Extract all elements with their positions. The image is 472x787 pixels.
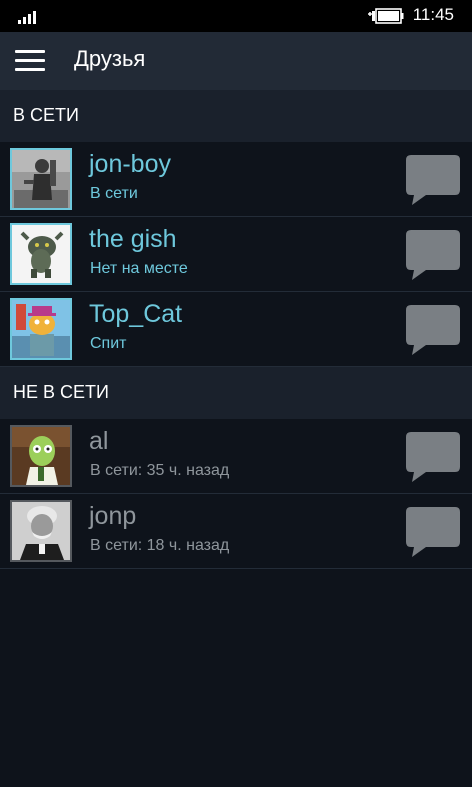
status-bar: 11:45: [0, 0, 472, 32]
avatar: [10, 425, 72, 487]
friend-name: jonp: [89, 502, 137, 530]
chat-bubble-icon[interactable]: [406, 155, 460, 205]
friend-name: Top_Cat: [89, 300, 183, 328]
friend-status: В сети: 35 ч. назад: [90, 462, 230, 479]
status-time: 11:45: [412, 5, 454, 24]
friend-status: Нет на месте: [90, 260, 188, 277]
friend-row-top-cat[interactable]: Top_Cat Спит: [0, 292, 472, 367]
avatar: [10, 148, 72, 210]
hamburger-menu-icon[interactable]: [15, 50, 45, 72]
section-label: В СЕТИ: [13, 105, 79, 125]
friend-row-the-gish[interactable]: the gish Нет на месте: [0, 217, 472, 292]
page-title: Друзья: [74, 46, 146, 71]
chat-bubble-icon[interactable]: [406, 230, 460, 280]
chat-bubble-icon[interactable]: [406, 507, 460, 557]
friend-name: jon-boy: [89, 150, 171, 178]
friend-row-al[interactable]: al В сети: 35 ч. назад: [0, 419, 472, 494]
friend-row-jonp[interactable]: jonp В сети: 18 ч. назад: [0, 494, 472, 569]
section-label: НЕ В СЕТИ: [13, 382, 109, 402]
section-header-offline: НЕ В СЕТИ: [0, 367, 472, 419]
friend-status: В сети: 18 ч. назад: [90, 537, 230, 554]
avatar: [10, 298, 72, 360]
avatar: [10, 500, 72, 562]
app-header: Друзья: [0, 32, 472, 90]
chat-bubble-icon[interactable]: [406, 305, 460, 355]
battery-charging-icon: [368, 8, 404, 24]
friend-row-jon-boy[interactable]: jon-boy В сети: [0, 142, 472, 217]
friend-status: В сети: [90, 185, 138, 202]
section-header-online: В СЕТИ: [0, 90, 472, 142]
friend-name: al: [89, 427, 109, 455]
signal-bars-icon: [18, 8, 40, 24]
avatar: [10, 223, 72, 285]
chat-bubble-icon[interactable]: [406, 432, 460, 482]
friend-name: the gish: [89, 225, 177, 253]
friend-status: Спит: [90, 335, 127, 352]
